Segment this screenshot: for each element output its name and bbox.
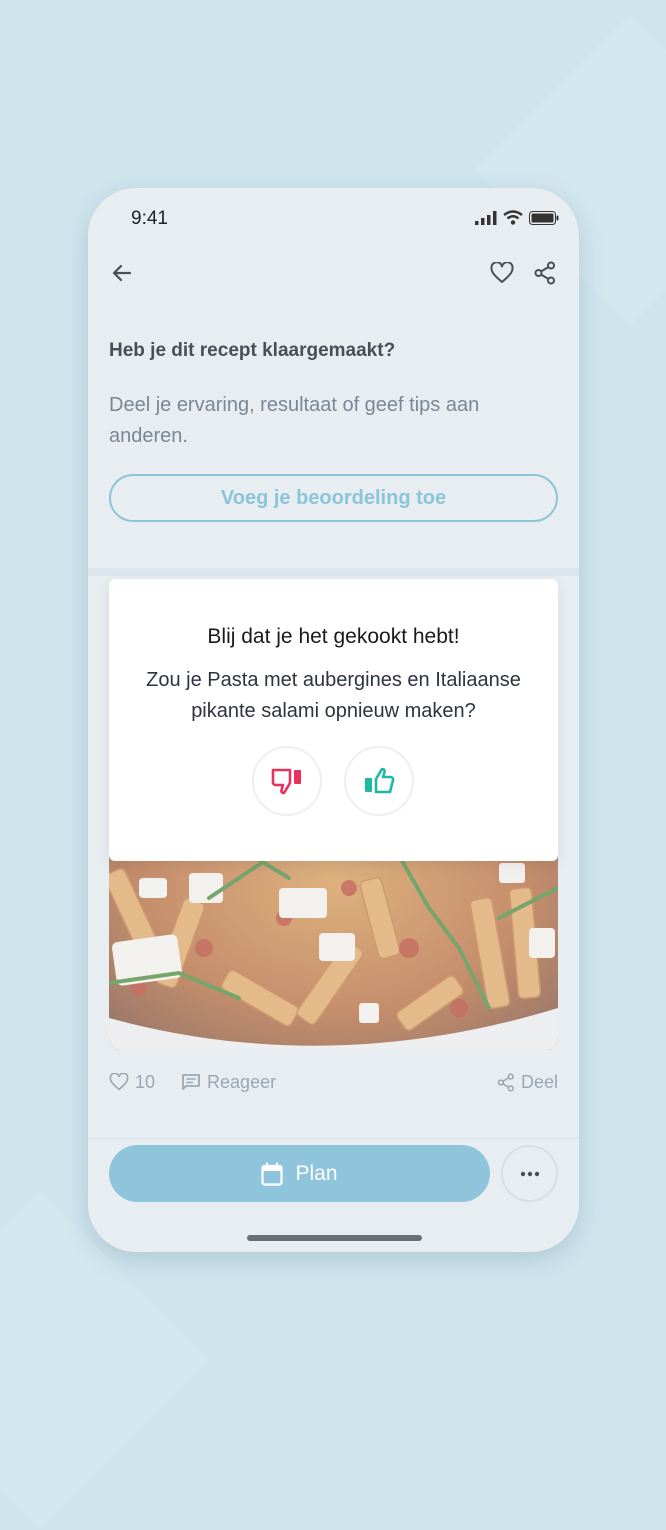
modal-title: Blij dat je het gekookt hebt! bbox=[207, 625, 460, 648]
plan-button[interactable]: Plan bbox=[109, 1145, 490, 1202]
status-icons bbox=[475, 210, 559, 225]
thumbs-up-icon bbox=[365, 767, 395, 794]
status-time: 9:41 bbox=[131, 208, 168, 229]
more-options-button[interactable] bbox=[501, 1145, 558, 1202]
heart-icon bbox=[490, 262, 514, 283]
calendar-icon bbox=[261, 1161, 284, 1186]
comment-icon bbox=[182, 1074, 200, 1090]
more-dots-icon bbox=[520, 1171, 539, 1176]
wifi-icon bbox=[503, 210, 523, 225]
section-divider bbox=[88, 568, 579, 576]
comment-label: Reageer bbox=[207, 1071, 277, 1092]
rating-prompt-title: Heb je dit recept klaargemaakt? bbox=[109, 340, 396, 361]
share-icon bbox=[534, 261, 555, 285]
favorite-button[interactable] bbox=[488, 259, 516, 287]
share-button[interactable] bbox=[531, 259, 559, 287]
rating-prompt-description: Deel je ervaring, resultaat of geef tips… bbox=[109, 394, 480, 447]
share-icon bbox=[497, 1072, 514, 1092]
battery-icon bbox=[529, 210, 559, 225]
back-button[interactable] bbox=[108, 259, 136, 287]
bottom-bar-divider bbox=[88, 1138, 579, 1139]
plan-label: Plan bbox=[295, 1161, 338, 1185]
share-label: Deel bbox=[520, 1071, 558, 1092]
heart-icon bbox=[109, 1073, 129, 1091]
thumbs-down-icon bbox=[271, 768, 301, 795]
phone-screen: 9:41 Heb je dit recept klaargemaakt? Dee… bbox=[88, 188, 579, 1252]
likes-count: 10 bbox=[135, 1071, 156, 1092]
feedback-modal: Blij dat je het gekookt hebt! Zou je Pas… bbox=[109, 579, 558, 861]
home-indicator bbox=[247, 1235, 422, 1241]
signal-icon bbox=[475, 210, 497, 225]
add-review-button[interactable]: Voeg je beoordeling toe bbox=[109, 474, 558, 522]
rating-prompt: Heb je dit recept klaargemaakt? Deel je … bbox=[109, 340, 558, 522]
share-action[interactable]: Deel bbox=[497, 1072, 558, 1093]
modal-question: Zou je Pasta met aubergines en Italiaans… bbox=[146, 669, 521, 722]
comment-action[interactable]: Reageer bbox=[181, 1072, 276, 1093]
arrow-left-icon bbox=[112, 264, 132, 282]
thumbs-up-button[interactable] bbox=[344, 746, 414, 816]
thumbs-down-button[interactable] bbox=[252, 746, 322, 816]
recipe-actions: 10 Reageer Deel bbox=[109, 1068, 558, 1096]
like-action[interactable]: 10 bbox=[109, 1072, 155, 1093]
